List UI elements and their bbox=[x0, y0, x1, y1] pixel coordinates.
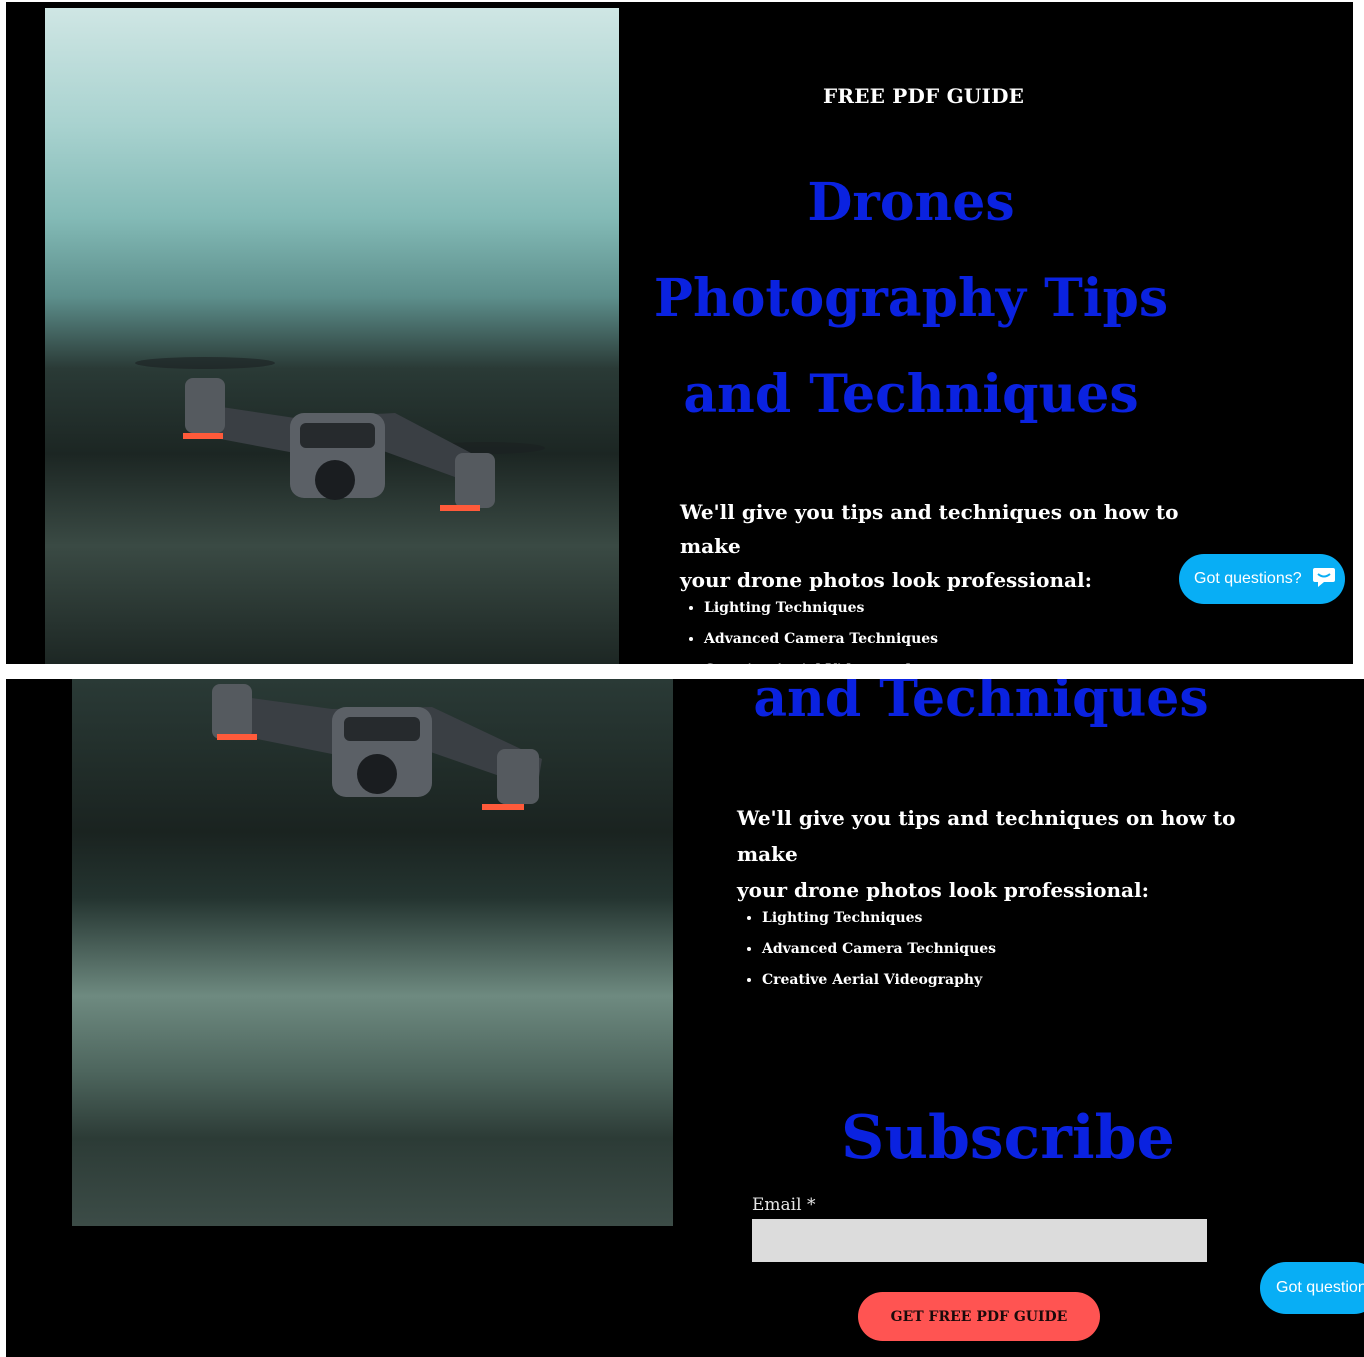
headline-line: Photography Tips bbox=[653, 268, 1169, 329]
landing-view-bottom: and Techniques We'll give you tips and t… bbox=[6, 679, 1364, 1357]
list-item: Creative Aerial Videography bbox=[762, 965, 996, 996]
intro-text: We'll give you tips and techniques on ho… bbox=[737, 800, 1247, 908]
chat-label: Got questions? bbox=[1276, 1279, 1364, 1296]
drone-illustration bbox=[212, 684, 542, 810]
intro-line: We'll give you tips and techniques on ho… bbox=[737, 806, 1236, 866]
email-label: Email * bbox=[752, 1195, 816, 1215]
landing-view-top: FREE PDF GUIDE Drones Photography Tips a… bbox=[6, 2, 1353, 664]
list-item: Lighting Techniques bbox=[762, 903, 996, 934]
chat-button[interactable]: Got questions? bbox=[1179, 554, 1345, 604]
drone-hero-image bbox=[72, 679, 673, 1226]
list-item: Lighting Techniques bbox=[704, 593, 938, 624]
drone-hero-image bbox=[45, 8, 619, 664]
feature-list: Lighting Techniques Advanced Camera Tech… bbox=[680, 593, 938, 664]
headline-line: and Techniques bbox=[683, 364, 1139, 425]
list-item: Advanced Camera Techniques bbox=[762, 934, 996, 965]
intro-line: We'll give you tips and techniques on ho… bbox=[680, 500, 1179, 558]
subscribe-title: Subscribe bbox=[841, 1103, 1175, 1173]
chat-bubble-icon bbox=[1312, 566, 1336, 593]
chat-button[interactable]: Got questions? bbox=[1260, 1262, 1364, 1314]
list-item: Advanced Camera Techniques bbox=[704, 624, 938, 655]
chat-label: Got questions? bbox=[1194, 570, 1302, 587]
headline-line: and Techniques bbox=[753, 679, 1209, 729]
get-pdf-button[interactable]: GET FREE PDF GUIDE bbox=[858, 1292, 1100, 1341]
headline-line: Drones bbox=[807, 172, 1015, 233]
page-headline: Drones Photography Tips and Techniques bbox=[636, 155, 1186, 443]
list-item: Creative Aerial Videography bbox=[704, 655, 938, 664]
feature-list: Lighting Techniques Advanced Camera Tech… bbox=[738, 903, 996, 996]
intro-text: We'll give you tips and techniques on ho… bbox=[680, 495, 1180, 597]
intro-line: your drone photos look professional: bbox=[680, 568, 1092, 592]
drone-illustration bbox=[135, 357, 545, 511]
email-field[interactable] bbox=[752, 1219, 1207, 1262]
eyebrow-label: FREE PDF GUIDE bbox=[823, 84, 1025, 108]
